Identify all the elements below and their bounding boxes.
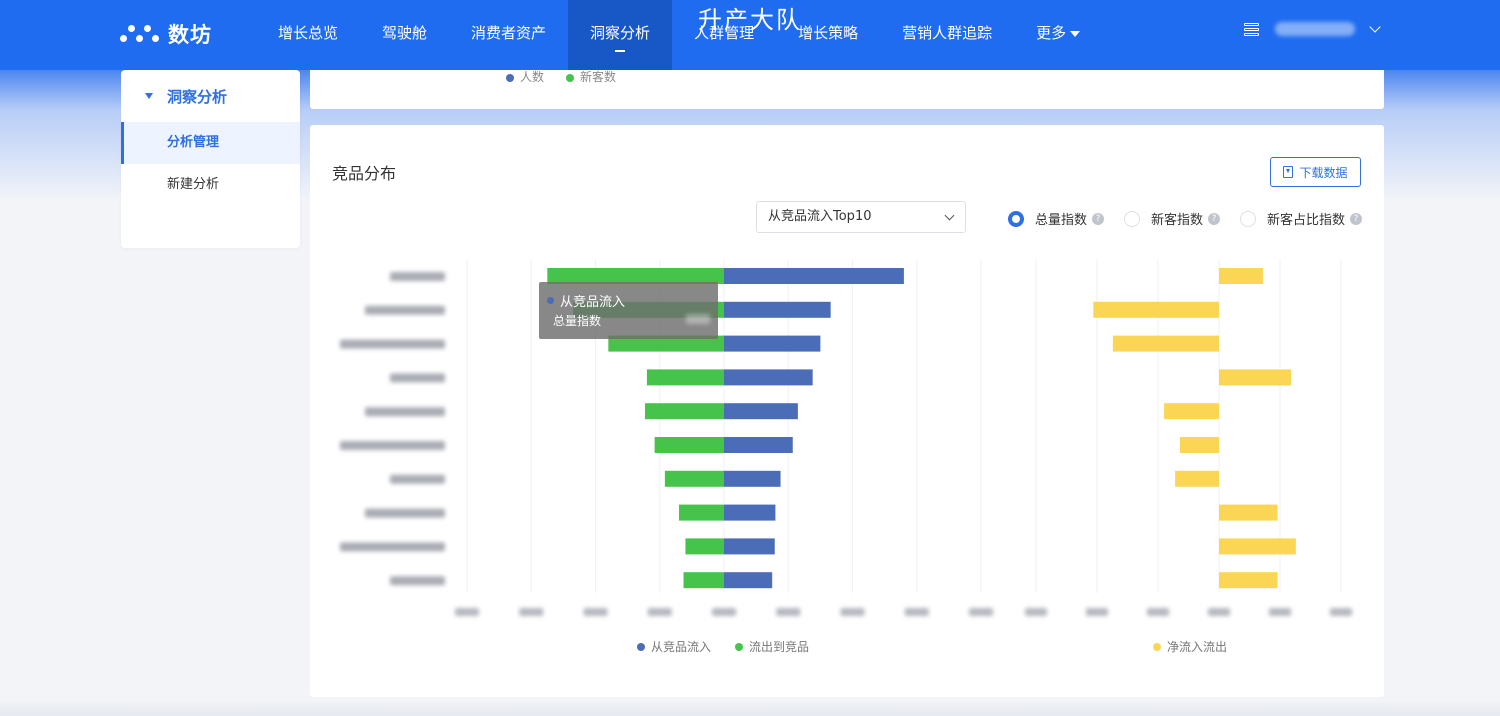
category-label-blurred	[340, 339, 445, 349]
chart-bar	[724, 538, 775, 555]
tooltip-metric: 总量指数	[553, 314, 602, 328]
x-tick-label-blurred	[840, 608, 865, 616]
caret-down-icon	[1070, 30, 1081, 37]
competitor-flow-chart	[340, 259, 1352, 616]
category-label-blurred	[365, 305, 445, 315]
sidebar: 洞察分析 分析管理 新建分析	[121, 70, 300, 248]
chart-bar	[724, 572, 773, 589]
category-label-blurred	[390, 373, 445, 383]
tooltip-value-blurred	[686, 314, 710, 324]
sidebar-item-new-analysis[interactable]: 新建分析	[121, 164, 300, 206]
x-tick-label-blurred	[647, 608, 672, 616]
category-label-blurred	[365, 407, 445, 417]
sidebar-section-insight[interactable]: 洞察分析	[121, 70, 300, 122]
x-tick-label-blurred	[1269, 608, 1291, 616]
x-tick-label-blurred	[519, 608, 544, 616]
app-name: 数坊	[168, 23, 212, 47]
watermark-text: 升产大队	[698, 6, 802, 34]
category-label-blurred	[390, 576, 445, 586]
legend-inflow[interactable]: 从竞品流入	[637, 638, 711, 655]
chart-tooltip: 从竞品流入 总量指数	[539, 282, 718, 339]
x-tick-label-blurred	[904, 608, 929, 616]
chart-bar	[646, 369, 724, 386]
nav-item-marketing-tracking[interactable]: 营销人群追踪	[880, 0, 1014, 70]
app-logo[interactable]: 数坊	[120, 18, 212, 50]
chart-bar	[724, 369, 813, 386]
chart-bar	[724, 403, 798, 420]
chart-bar	[1175, 470, 1219, 487]
nav-item-more[interactable]: 更多	[1014, 0, 1102, 70]
sidebar-item-analysis-management[interactable]: 分析管理	[121, 122, 300, 164]
chart-bar	[1219, 268, 1263, 284]
legend-outflow[interactable]: 流出到竞品	[735, 638, 809, 655]
x-tick-label-blurred	[455, 608, 479, 616]
nav-item-overview[interactable]: 增长总览	[256, 0, 360, 70]
chart-bar	[1093, 301, 1219, 318]
category-label-blurred	[390, 474, 445, 484]
legend-item-new-customers[interactable]: 新客数	[566, 68, 616, 85]
chart-bar	[724, 268, 904, 284]
chart-bar	[724, 470, 781, 487]
x-tick-label-blurred	[1147, 608, 1169, 616]
top-legend: 人数 新客数	[506, 68, 616, 85]
legend-net-flow[interactable]: 净流入流出	[1153, 638, 1227, 655]
nav-item-cockpit[interactable]: 驾驶舱	[360, 0, 449, 70]
top-navbar: 数坊 增长总览 驾驶舱 消费者资产 洞察分析 人群管理 增长策略 营销人群追踪 …	[0, 0, 1500, 70]
chart-bar	[654, 437, 724, 453]
user-area	[1244, 21, 1381, 36]
chart-bar	[1179, 437, 1219, 453]
message-icon[interactable]	[1244, 22, 1259, 36]
legend-item-people[interactable]: 人数	[506, 68, 544, 85]
category-label-blurred	[340, 542, 445, 552]
x-tick-label-blurred	[1086, 608, 1108, 616]
chart-bar	[683, 572, 724, 589]
triangle-down-icon	[145, 93, 153, 99]
x-tick-label-blurred	[583, 608, 608, 616]
page-bottom-fade	[0, 700, 1500, 716]
chart-bar	[1219, 572, 1278, 589]
logo-icon	[120, 21, 160, 47]
category-label-blurred	[340, 441, 445, 450]
chart-bar	[1112, 335, 1219, 352]
category-label-blurred	[365, 508, 445, 518]
x-tick-label-blurred	[1208, 608, 1230, 616]
chart-bar	[1219, 369, 1291, 386]
user-name-blurred[interactable]	[1275, 22, 1355, 36]
chart-bar	[644, 403, 724, 420]
chart-bar	[685, 538, 724, 555]
chart-bar	[724, 301, 831, 318]
nav-item-consumer-assets[interactable]: 消费者资产	[449, 0, 568, 70]
x-tick-label-blurred	[1025, 608, 1047, 616]
chart-bar	[1164, 403, 1219, 420]
previous-chart-card: 人数 新客数	[310, 70, 1384, 109]
chart-bar	[724, 335, 821, 352]
chart-bar	[1219, 504, 1278, 521]
category-label-blurred	[390, 272, 445, 281]
competitor-distribution-card: 竞品分布 下载数据 从竞品流入Top10 总量指数 ? 新客指数 ? 新客占比指…	[310, 125, 1384, 697]
chart-bar	[664, 470, 724, 487]
x-tick-label-blurred	[712, 608, 736, 616]
chevron-down-icon[interactable]	[1369, 21, 1381, 33]
nav-item-insight-analysis[interactable]: 洞察分析	[568, 0, 673, 70]
main-nav: 增长总览 驾驶舱 消费者资产 洞察分析 人群管理 增长策略 营销人群追踪 更多	[256, 0, 1102, 70]
chart-bar	[679, 504, 724, 521]
chart-bar	[1219, 538, 1296, 555]
x-tick-label-blurred	[969, 608, 993, 616]
tooltip-title: 从竞品流入	[560, 295, 626, 310]
chart-bar	[724, 437, 793, 453]
chart-bar	[724, 504, 776, 521]
x-tick-label-blurred	[776, 608, 801, 616]
x-tick-label-blurred	[1330, 608, 1352, 616]
